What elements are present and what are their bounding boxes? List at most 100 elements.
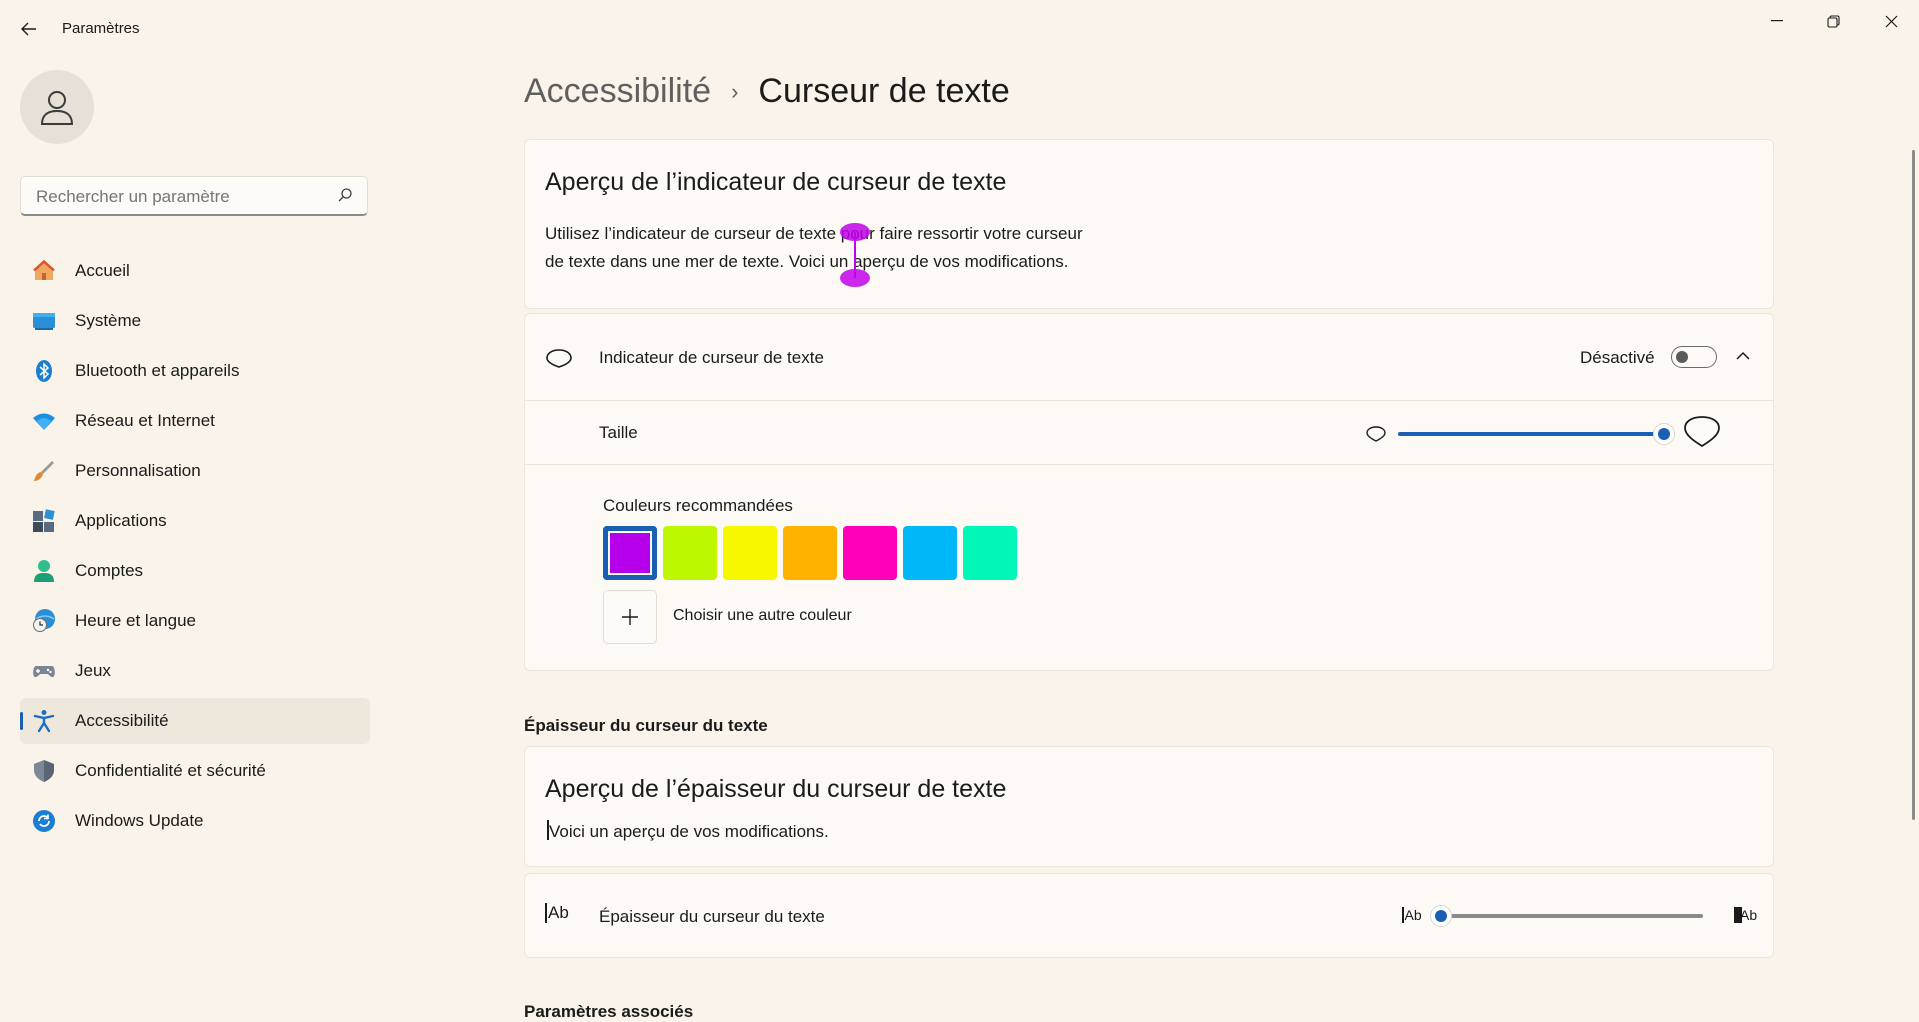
sidebar-item-bluetooth[interactable]: Bluetooth et appareils — [20, 348, 370, 394]
sidebar-item-label: Jeux — [75, 661, 111, 680]
sidebar-item-accessibilite[interactable]: Accessibilité — [20, 698, 370, 744]
cursor-indicator-settings: Indicateur de curseur de texte Désactivé… — [524, 313, 1774, 671]
sidebar-item-label: Bluetooth et appareils — [75, 361, 240, 380]
preview-title: Aperçu de l’indicateur de curseur de tex… — [545, 168, 1007, 196]
gamepad-icon — [33, 666, 55, 678]
page-title: Curseur de texte — [758, 72, 1010, 110]
minimize-icon — [1771, 20, 1783, 22]
indicator-state: Désactivé — [1580, 348, 1655, 367]
app-title: Paramètres — [62, 20, 140, 37]
breadcrumb-separator: › — [731, 78, 739, 104]
sidebar-item-label: Réseau et Internet — [75, 411, 215, 430]
thickness-preview-card: Aperçu de l’épaisseur du curseur de text… — [524, 746, 1774, 867]
sidebar-item-systeme[interactable]: Système — [20, 298, 370, 344]
sidebar-item-reseau[interactable]: Réseau et Internet — [20, 398, 370, 444]
accessibility-icon — [33, 710, 55, 733]
color-swatch[interactable] — [663, 526, 717, 580]
color-swatch[interactable] — [783, 526, 837, 580]
sidebar-item-label: Accueil — [75, 261, 130, 280]
shield-icon — [34, 760, 54, 782]
thickness-setting-row: Ab Épaisseur du curseur du texte Ab Ab — [524, 873, 1774, 958]
restore-button[interactable] — [1810, 6, 1856, 36]
sidebar-item-label: Applications — [75, 511, 167, 530]
size-slider-thumb[interactable] — [1653, 423, 1675, 445]
sidebar-item-heure-langue[interactable]: Heure et langue — [20, 598, 370, 644]
size-label: Taille — [599, 423, 638, 442]
color-swatches — [603, 526, 1017, 580]
divider — [525, 464, 1773, 465]
size-slider-track[interactable] — [1398, 432, 1664, 436]
sidebar-item-personnalisation[interactable]: Personnalisation — [20, 448, 370, 494]
close-icon — [1885, 15, 1897, 27]
cursor-indicator-icon — [546, 349, 572, 368]
sidebar-item-confidentialite[interactable]: Confidentialité et sécurité — [20, 748, 370, 794]
avatar[interactable] — [20, 70, 94, 144]
user-icon — [40, 91, 74, 125]
chevron-up-icon[interactable] — [1735, 350, 1751, 362]
custom-color-label[interactable]: Choisir une autre couleur — [673, 607, 852, 625]
thin-cursor-icon: Ab — [1402, 907, 1422, 923]
close-button[interactable] — [1868, 6, 1914, 36]
caret-glyph — [545, 903, 547, 923]
sidebar-item-label: Comptes — [75, 561, 144, 580]
home-icon — [33, 259, 55, 280]
system-icon — [33, 313, 55, 330]
clock-globe-icon — [33, 609, 55, 632]
update-icon — [33, 810, 55, 832]
sidebar-item-jeux[interactable]: Jeux — [20, 648, 370, 694]
restore-icon — [1826, 14, 1840, 28]
minimize-button[interactable] — [1754, 6, 1800, 36]
cursor-indicator-preview-card: Aperçu de l’indicateur de curseur de tex… — [524, 139, 1774, 309]
color-swatch[interactable] — [903, 526, 957, 580]
wifi-icon — [33, 413, 55, 430]
related-settings-header: Paramètres associés — [524, 1002, 694, 1021]
search-input[interactable] — [34, 186, 328, 208]
back-arrow-icon — [21, 22, 36, 36]
slider-thumb-dot — [1435, 910, 1447, 922]
sidebar-nav: Accueil Système Bluetooth et appareils R… — [20, 248, 370, 848]
thickness-slider-thumb[interactable] — [1430, 905, 1452, 927]
back-button[interactable] — [14, 14, 44, 44]
preview-text: Utilisez l’indicateur de curseur de text… — [545, 224, 1083, 271]
thickness-preview-text: Voici un aperçu de vos modifications. — [549, 822, 829, 841]
sidebar-item-windows-update[interactable]: Windows Update — [20, 798, 370, 844]
color-swatch[interactable] — [603, 526, 657, 580]
brush-icon — [34, 461, 54, 481]
sidebar-item-label: Confidentialité et sécurité — [75, 761, 266, 780]
thick-cursor-icon: Ab — [1734, 907, 1757, 923]
sidebar-item-label: Windows Update — [75, 811, 204, 830]
apps-icon — [33, 509, 55, 532]
thick-ab: Ab — [1740, 907, 1758, 923]
sidebar-item-comptes[interactable]: Comptes — [20, 548, 370, 594]
thickness-section-header: Épaisseur du curseur du texte — [524, 716, 768, 735]
thickness-slider-track[interactable] — [1441, 914, 1703, 918]
search-icon[interactable] — [337, 187, 353, 203]
large-indicator-icon — [1684, 416, 1720, 448]
color-swatch[interactable] — [843, 526, 897, 580]
sidebar-item-applications[interactable]: Applications — [20, 498, 370, 544]
divider — [525, 400, 1773, 401]
sidebar-item-label: Personnalisation — [75, 461, 201, 480]
recommended-colors-label: Couleurs recommandées — [603, 496, 793, 515]
plus-icon — [622, 609, 638, 625]
custom-color-button[interactable] — [603, 590, 657, 644]
text-cursor-indicator-icon — [840, 223, 870, 287]
sidebar-item-label: Heure et langue — [75, 611, 196, 630]
scrollbar-thumb[interactable] — [1912, 150, 1915, 820]
slider-thumb-dot — [1658, 428, 1670, 440]
thin-ab: Ab — [1404, 907, 1422, 923]
sidebar-item-accueil[interactable]: Accueil — [20, 248, 370, 294]
toggle-knob — [1676, 351, 1688, 363]
active-indicator — [20, 712, 23, 730]
sidebar-item-label: Accessibilité — [75, 711, 169, 730]
bluetooth-icon — [36, 360, 52, 382]
indicator-label: Indicateur de curseur de texte — [599, 348, 824, 367]
indicator-toggle[interactable] — [1671, 346, 1717, 368]
thickness-label: Épaisseur du curseur du texte — [599, 907, 825, 926]
sidebar-item-label: Système — [75, 311, 142, 330]
color-swatch[interactable] — [963, 526, 1017, 580]
breadcrumb-parent[interactable]: Accessibilité — [524, 72, 711, 111]
search-box[interactable] — [20, 176, 368, 216]
color-swatch[interactable] — [723, 526, 777, 580]
ab-glyph: Ab — [548, 903, 569, 922]
